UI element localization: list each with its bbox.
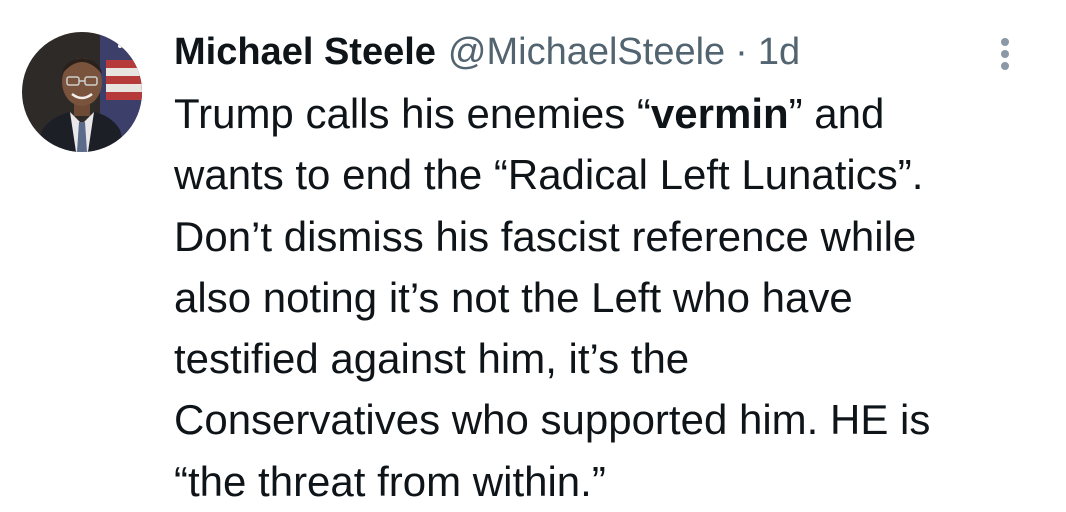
more-dot <box>1001 38 1009 46</box>
tweet-header: Michael Steele @MichaelSteele · 1d <box>174 26 800 78</box>
tweet-line-6: Conservatives who supported him. HE is <box>174 396 931 444</box>
author-name[interactable]: Michael Steele <box>174 26 436 78</box>
tweet-line-5: testified against him, it’s the <box>174 335 690 383</box>
tweet-text: Trump calls his enemies “vermin” and wan… <box>174 83 1054 512</box>
tweet-line-7: “the threat from within.” <box>174 457 606 505</box>
more-dot <box>1001 62 1009 70</box>
avatar-photo <box>22 32 142 152</box>
tweet-card[interactable]: Michael Steele @MichaelSteele · 1d Trump… <box>0 0 1066 508</box>
tweet-line-4: also noting it’s not the Left who have <box>174 273 853 321</box>
timestamp[interactable]: 1d <box>758 26 800 78</box>
more-dot <box>1001 50 1009 58</box>
separator-dot: · <box>735 31 748 73</box>
bold-word: vermin <box>650 90 789 137</box>
author-handle[interactable]: @MichaelSteele <box>448 26 725 78</box>
avatar[interactable] <box>22 32 142 152</box>
tweet-line-3: Don’t dismiss his fascist reference whil… <box>174 212 917 260</box>
tweet-line-2: wants to end the “Radical Left Lunatics”… <box>174 151 924 199</box>
more-vertical-icon[interactable] <box>990 34 1020 74</box>
tweet-line-1: Trump calls his enemies “vermin” and <box>174 90 885 137</box>
